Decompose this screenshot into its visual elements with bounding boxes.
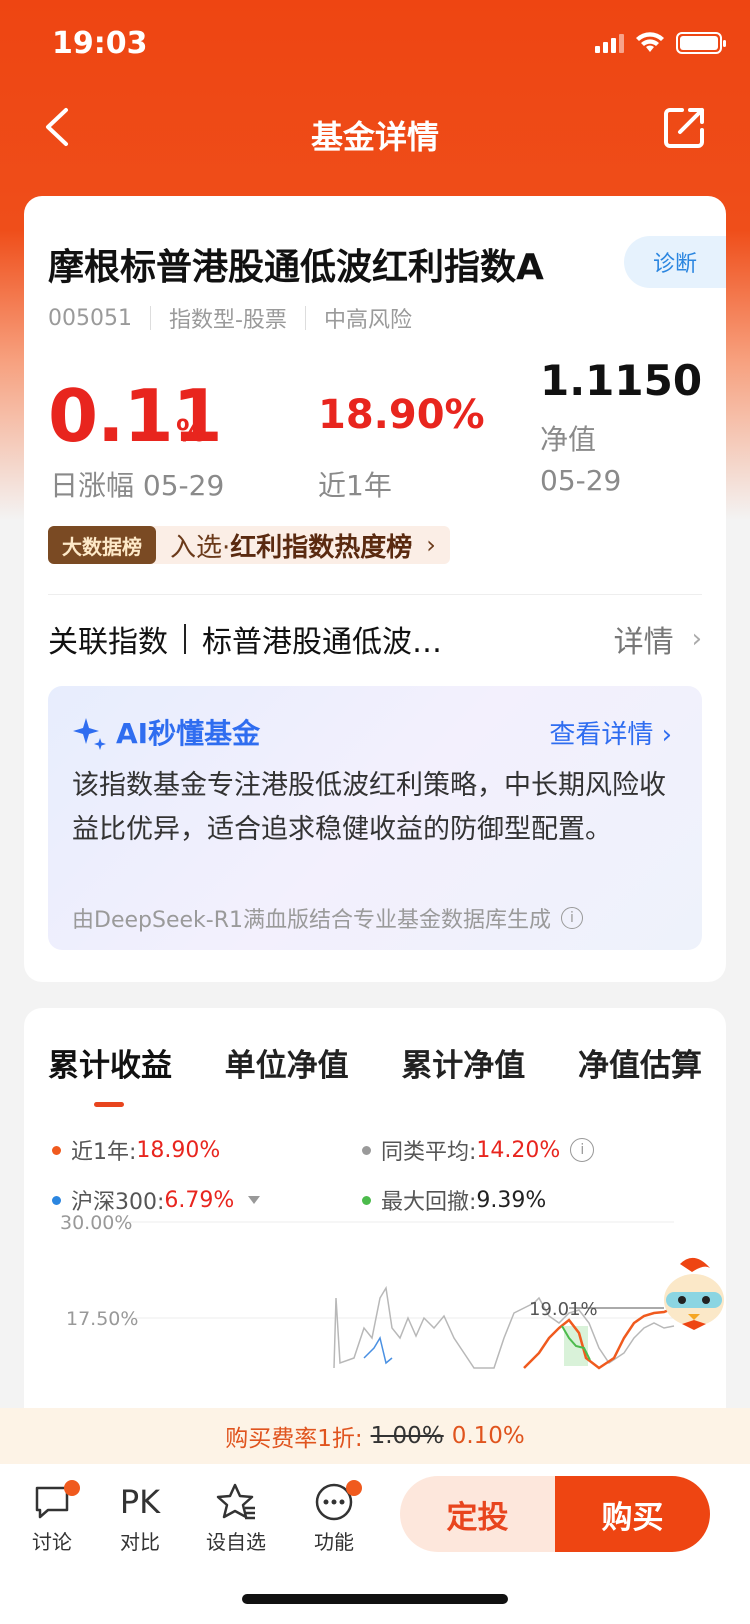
hs300-line	[363, 1336, 393, 1365]
divider	[184, 624, 186, 654]
info-icon[interactable]: i	[560, 907, 583, 929]
more-functions-button[interactable]: 功能	[294, 1478, 374, 1555]
pk-icon: PK	[119, 1483, 161, 1521]
chevron-right-icon: ›	[661, 720, 672, 750]
mascot-icon[interactable]	[652, 1250, 736, 1334]
ai-link-text: 查看详情	[549, 720, 654, 750]
watchlist-label: 设自选	[206, 1530, 266, 1554]
legend-dot	[52, 1145, 61, 1155]
related-index-label: 关联指数	[48, 625, 168, 660]
sip-button[interactable]: 定投	[400, 1476, 555, 1552]
nav-value: 1.1150	[540, 356, 703, 405]
year-return-value: 18.90%	[318, 392, 485, 438]
rank-tag: 大数据榜	[48, 526, 156, 564]
nav-label: 净值	[540, 423, 597, 456]
fund-meta: 005051 指数型-股票 中高风险	[48, 302, 412, 334]
wifi-icon	[636, 32, 664, 52]
related-index-detail: 详情	[613, 625, 674, 660]
fund-name: 摩根标普港股通低波红利指数A	[48, 247, 544, 288]
rank-prefix: 入选·	[170, 532, 231, 563]
nav-date: 05-29	[540, 464, 622, 497]
chevron-right-icon: ›	[426, 531, 436, 559]
home-indicator	[242, 1594, 508, 1604]
year-return-label: 近1年	[318, 469, 392, 502]
legend-label: 同类平均:	[381, 1140, 477, 1165]
compare-button[interactable]: PK 对比	[100, 1478, 180, 1555]
fee-prefix: 购买费率1折:	[225, 1426, 363, 1452]
chevron-right-icon: ›	[691, 624, 702, 654]
ai-summary-box: AI秒懂基金 查看详情 › 该指数基金专注港股低波红利策略，中长期风险收益比优异…	[48, 686, 702, 950]
rank-name: 红利指数热度榜	[230, 532, 413, 563]
active-tab-indicator	[94, 1102, 124, 1107]
buy-button[interactable]: 购买	[555, 1476, 710, 1552]
rank-text: 入选·红利指数热度榜	[170, 527, 412, 564]
legend-label: 近1年:	[71, 1140, 137, 1165]
return-chart[interactable]: 30.00% 17.50% 19.01%	[24, 1188, 726, 1408]
y-label-top: 30.00%	[60, 1212, 132, 1234]
status-icons	[595, 32, 726, 54]
nav-bar: 基金详情	[0, 92, 750, 172]
legend-dot	[362, 1145, 371, 1155]
ai-title: AI秒懂基金	[72, 712, 260, 752]
divider	[48, 594, 702, 595]
fee-banner: 购买费率1折: 1.00% 0.10%	[0, 1408, 750, 1464]
legend-year: 近1年: 18.90%	[52, 1134, 220, 1166]
signal-icon	[595, 33, 624, 53]
diagnose-button[interactable]: 诊断	[624, 236, 726, 288]
tab-nav-estimate[interactable]: 净值估算	[578, 1036, 702, 1089]
notification-dot	[346, 1480, 362, 1496]
fund-info-card: 摩根标普港股通低波红利指数A 诊断 005051 指数型-股票 中高风险 0.1…	[24, 196, 726, 982]
fee-discounted: 0.10%	[451, 1423, 525, 1449]
legend-value: 18.90%	[136, 1137, 221, 1163]
daily-change-label: 日涨幅 05-29	[50, 469, 225, 502]
rank-banner[interactable]: 大数据榜 入选·红利指数热度榜 ›	[48, 526, 450, 564]
battery-icon	[676, 32, 726, 54]
more-label: 功能	[314, 1530, 354, 1554]
ai-view-details-link[interactable]: 查看详情 ›	[549, 714, 672, 751]
share-icon[interactable]	[660, 102, 710, 152]
fund-code: 005051	[48, 305, 132, 331]
tab-cumulative-nav[interactable]: 累计净值	[401, 1036, 525, 1089]
performance-card: 累计收益 单位净值 累计净值 净值估算 近1年: 18.90% 同类平均: 14…	[24, 1008, 726, 1408]
action-buttons: 定投 购买	[400, 1476, 710, 1552]
status-bar: 19:03	[0, 0, 750, 92]
y-label-mid: 17.50%	[66, 1308, 138, 1330]
related-index-row[interactable]: 关联指数 标普港股通低波… 详情 ›	[48, 598, 702, 680]
ai-summary-text: 该指数基金专注港股低波红利策略，中长期风险收益比优异，适合追求稳健收益的防御型配…	[72, 770, 666, 845]
chart-annotation: 19.01%	[529, 1299, 598, 1320]
ai-title-text: AI秒懂基金	[116, 717, 261, 750]
ai-footer-text: 由DeepSeek-R1满血版结合专业基金数据库生成	[72, 908, 551, 933]
fund-type: 指数型-股票	[168, 308, 287, 333]
compare-label: 对比	[120, 1530, 160, 1554]
discuss-label: 讨论	[32, 1530, 72, 1554]
legend-value: 14.20%	[476, 1137, 561, 1163]
ai-footer: 由DeepSeek-R1满血版结合专业基金数据库生成 i	[72, 902, 583, 934]
tab-unit-nav[interactable]: 单位净值	[225, 1036, 349, 1089]
legend-peer: 同类平均: 14.20% i	[362, 1134, 595, 1166]
tab-cumulative-return[interactable]: 累计收益	[48, 1036, 172, 1089]
notification-dot	[64, 1480, 80, 1496]
daily-change-unit: %	[176, 414, 207, 449]
page-title: 基金详情	[310, 118, 439, 156]
related-index-name: 标普港股通低波…	[202, 625, 442, 660]
watchlist-button[interactable]: 设自选	[196, 1478, 276, 1555]
fee-original: 1.00%	[370, 1423, 444, 1449]
info-icon[interactable]: i	[570, 1138, 595, 1162]
discuss-button[interactable]: 讨论	[12, 1478, 92, 1555]
sparkle-icon	[73, 718, 106, 750]
status-time: 19:03	[52, 26, 148, 61]
star-icon	[216, 1483, 255, 1520]
divider	[304, 306, 306, 330]
chart-tabs: 累计收益 单位净值 累计净值 净值估算	[48, 1036, 702, 1089]
fund-risk: 中高风险	[323, 308, 412, 333]
divider	[149, 306, 151, 330]
